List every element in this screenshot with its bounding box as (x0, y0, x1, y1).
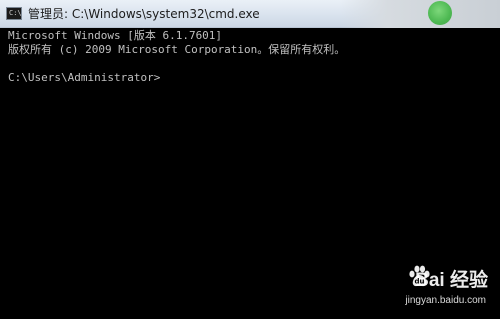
title-bar[interactable]: C:\ 管理员: C:\Windows\system32\cmd.exe (0, 0, 500, 28)
cmd-window: C:\ 管理员: C:\Windows\system32\cmd.exe Mic… (0, 0, 500, 319)
console-line-version: Microsoft Windows [版本 6.1.7601] (8, 29, 223, 42)
cmd-icon[interactable]: C:\ (6, 7, 22, 20)
title-bar-blur (340, 0, 500, 28)
console-area[interactable]: Microsoft Windows [版本 6.1.7601] 版权所有 (c)… (0, 28, 500, 319)
green-circle-icon (428, 1, 452, 25)
svg-text:du: du (415, 278, 425, 286)
paw-icon: du (409, 265, 430, 287)
window-title: 管理员: C:\Windows\system32\cmd.exe (28, 7, 260, 21)
baidu-watermark: Bai 经验 du jingyan.baidu.com (368, 263, 488, 313)
cmd-icon-glyph: C:\ (9, 9, 22, 17)
console-prompt[interactable]: C:\Users\Administrator> (8, 71, 160, 85)
watermark-url: jingyan.baidu.com (405, 295, 486, 306)
console-line-copyright: 版权所有 (c) 2009 Microsoft Corporation。保留所有… (8, 43, 346, 56)
